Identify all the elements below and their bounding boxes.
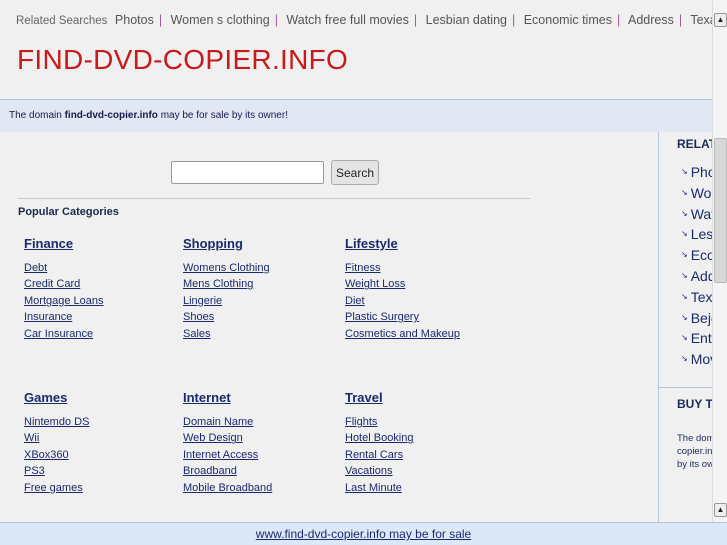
category-link[interactable]: Fitness [345, 260, 460, 276]
divider [18, 198, 531, 199]
category-title[interactable]: Lifestyle [345, 236, 460, 251]
sidebar-related-link[interactable]: Movies [681, 349, 712, 370]
category-link[interactable]: Diet [345, 293, 460, 309]
right-sidebar: RELATED PhotosWomen s clothingWatch free… [658, 132, 712, 522]
category-link[interactable]: Debt [24, 260, 104, 276]
sidebar-related-link[interactable]: Photos [681, 162, 712, 183]
sidebar-related-link[interactable]: Economic times [681, 245, 712, 266]
category-title[interactable]: Shopping [183, 236, 270, 251]
category-link[interactable]: Nintemdo DS [24, 414, 89, 430]
category-shopping: Shopping Womens Clothing Mens Clothing Ling… [183, 236, 270, 342]
category-title[interactable]: Internet [183, 390, 272, 405]
sidebar-related-link[interactable]: Lesbian dating [681, 224, 712, 245]
category-link[interactable]: Web Design [183, 430, 272, 446]
category-link[interactable]: Lingerie [183, 293, 270, 309]
buy-text: The domain find-dvd-copier.info may be f… [677, 433, 712, 470]
category-link[interactable]: Mortgage Loans [24, 293, 104, 309]
category-link[interactable]: Internet Access [183, 447, 272, 463]
category-link[interactable]: Free games [24, 480, 89, 496]
category-link[interactable]: Domain Name [183, 414, 272, 430]
sidebar-related-link[interactable]: Women s clothing [681, 183, 712, 204]
buy-heading: BUY THIS DOMAIN [677, 397, 712, 411]
notice-domain: find-dvd-copier.info [64, 110, 158, 121]
category-link[interactable]: Rental Cars [345, 447, 414, 463]
category-games: Games Nintemdo DS Wii XBox360 PS3 Free games [24, 390, 89, 496]
category-link[interactable]: Mobile Broadband [183, 480, 272, 496]
category-link[interactable]: Insurance [24, 309, 104, 325]
category-title[interactable]: Travel [345, 390, 414, 405]
category-title[interactable]: Finance [24, 236, 104, 251]
footer: www.find-dvd-copier.info may be for sale [0, 522, 727, 545]
category-link[interactable]: XBox360 [24, 447, 89, 463]
category-link[interactable]: Credit Card [24, 276, 104, 292]
related-link[interactable]: Watch free full movies [286, 13, 409, 27]
category-link[interactable]: Plastic Surgery [345, 309, 460, 325]
site-title: FIND-DVD-COPIER.INFO [17, 44, 349, 75]
sidebar-related-link[interactable]: Texas tag [681, 287, 712, 308]
popular-categories-heading: Popular Categories [18, 206, 119, 218]
related-heading: RELATED [677, 137, 712, 151]
category-lifestyle: Lifestyle Fitness Weight Loss Diet Plastic S… [345, 236, 460, 342]
category-link[interactable]: Shoes [183, 309, 270, 325]
related-link[interactable]: Photos [115, 13, 154, 27]
related-link[interactable]: Address [628, 13, 674, 27]
related-searches-label: Related Searches [16, 15, 108, 27]
category-link[interactable]: Womens Clothing [183, 260, 270, 276]
scroll-thumb[interactable] [714, 138, 727, 283]
category-link[interactable]: Weight Loss [345, 276, 460, 292]
category-link[interactable]: Wii [24, 430, 89, 446]
scroll-up-icon[interactable]: ▲ [714, 503, 727, 517]
sidebar-related-link[interactable]: Entertainment [681, 328, 712, 349]
category-link[interactable]: Broadband [183, 463, 272, 479]
related-link[interactable]: Lesbian dating [426, 13, 507, 27]
category-travel: Travel Flights Hotel Booking Rental Cars Vac… [345, 390, 414, 496]
sidebar-related-link[interactable]: Watch free full movies [681, 204, 712, 225]
category-finance: Finance Debt Credit Card Mortgage Loans Insu… [24, 236, 104, 342]
category-link[interactable]: Vacations [345, 463, 414, 479]
sidebar-related-link[interactable]: Bejeweled [681, 308, 712, 329]
related-link[interactable]: Economic times [524, 13, 612, 27]
scroll-up-icon[interactable]: ▲ [714, 13, 727, 27]
search-input[interactable] [171, 161, 324, 184]
related-searches: Related Searches Photos | Women s clothin… [16, 13, 727, 27]
sale-notice: The domain find-dvd-copier.info may be f… [0, 99, 712, 132]
category-internet: Internet Domain Name Web Design Internet Ac… [183, 390, 272, 496]
category-title[interactable]: Games [24, 390, 89, 405]
search-button[interactable]: Search [331, 160, 379, 185]
category-link[interactable]: Hotel Booking [345, 430, 414, 446]
category-link[interactable]: Last Minute [345, 480, 414, 496]
category-link[interactable]: Flights [345, 414, 414, 430]
category-link[interactable]: Sales [183, 326, 270, 342]
category-link[interactable]: Cosmetics and Makeup [345, 326, 460, 342]
footer-sale-link[interactable]: www.find-dvd-copier.info may be for sale [256, 527, 471, 541]
sidebar-related-link[interactable]: Address [681, 266, 712, 287]
category-link[interactable]: Car Insurance [24, 326, 104, 342]
vertical-scrollbar[interactable]: ▲ ▲ [712, 0, 727, 522]
category-link[interactable]: Mens Clothing [183, 276, 270, 292]
divider [659, 387, 712, 388]
category-link[interactable]: PS3 [24, 463, 89, 479]
related-link[interactable]: Women s clothing [171, 13, 270, 27]
